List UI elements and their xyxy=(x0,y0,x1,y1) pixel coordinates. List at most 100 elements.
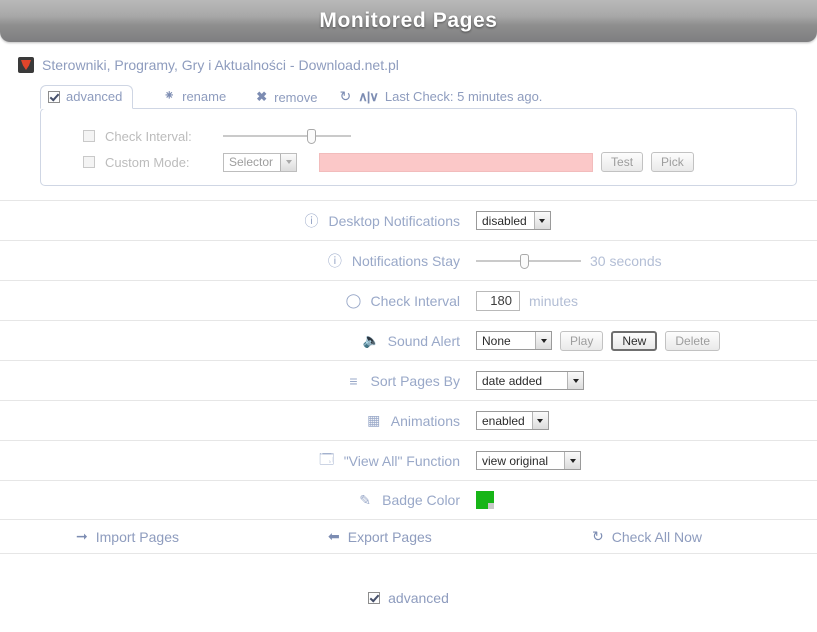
check-interval-slider[interactable] xyxy=(223,128,351,144)
custom-mode-label: Custom Mode: xyxy=(105,154,190,170)
setting-control: disabled xyxy=(476,211,817,230)
windows-icon: 🗔 xyxy=(319,450,335,467)
arrow-right-icon: ➞ xyxy=(76,528,88,544)
delete-sound-button[interactable]: Delete xyxy=(665,330,721,351)
setting-control: enabled xyxy=(476,411,817,430)
export-pages-button[interactable]: ⬅ Export Pages xyxy=(300,528,576,545)
notifications-stay-slider[interactable] xyxy=(476,253,581,269)
pulse-icon[interactable]: ∧|∨ xyxy=(358,89,379,105)
setting-name: Desktop Notifications xyxy=(328,212,460,229)
test-button[interactable]: Test xyxy=(601,152,644,172)
pick-button[interactable]: Pick xyxy=(651,152,694,172)
setting-control: None Play New Delete xyxy=(476,330,817,351)
refresh-icon[interactable]: ↻ xyxy=(339,88,351,105)
speaker-icon: 🔈 xyxy=(362,332,381,348)
desktop-notifications-select[interactable]: disabled xyxy=(476,211,551,230)
setting-name: Sort Pages By xyxy=(370,372,461,389)
setting-row-check-interval: ◯ Check Interval 180 minutes xyxy=(0,280,817,320)
settings-list: ⓘ Desktop Notifications disabled ⓘ Notif… xyxy=(0,200,817,520)
tab-advanced-label: advanced xyxy=(66,89,123,104)
setting-name: Animations xyxy=(390,412,460,429)
check-all-now-button[interactable]: ↻ Check All Now xyxy=(576,528,702,545)
text-cursor-icon: ⁕ xyxy=(163,89,176,104)
import-pages-button[interactable]: ➞ Import Pages xyxy=(24,528,300,545)
setting-label-group: ≡ Sort Pages By xyxy=(0,373,476,389)
slider-thumb[interactable] xyxy=(307,129,317,144)
check-interval-unit: minutes xyxy=(529,292,579,309)
setting-row-animations: ▦ Animations enabled xyxy=(0,400,817,440)
check-interval-checkbox[interactable] xyxy=(83,130,95,142)
custom-mode-input[interactable] xyxy=(319,152,594,172)
setting-name: Check Interval xyxy=(370,292,460,309)
setting-row-view-all-function: 🗔 "View All" Function view original xyxy=(0,440,817,480)
clock-icon: ◯ xyxy=(345,292,362,308)
sound-alert-value: None xyxy=(482,333,511,348)
footer-advanced-toggle[interactable]: advanced xyxy=(0,590,817,606)
rename-button[interactable]: ⁕ rename xyxy=(163,88,226,108)
check-all-now-label: Check All Now xyxy=(611,528,702,545)
footer-advanced-checkbox[interactable] xyxy=(368,592,381,604)
setting-label-group: ⓘ Notifications Stay xyxy=(0,251,476,271)
animations-select[interactable]: enabled xyxy=(476,411,549,430)
tab-advanced[interactable]: advanced xyxy=(40,85,134,109)
custom-mode-select[interactable]: Selector xyxy=(223,152,298,172)
custom-mode-checkbox[interactable] xyxy=(83,156,95,168)
monitored-page-title[interactable]: Sterowniki, Programy, Gry i Aktualności … xyxy=(42,57,399,73)
remove-label: remove xyxy=(274,89,318,105)
footer-advanced-label: advanced xyxy=(388,590,449,606)
monitored-page-toolbar: advanced ⁕ rename ✖ remove ↻ ∧|∨ Last Ch… xyxy=(40,85,817,109)
refresh-icon: ↻ xyxy=(592,528,604,544)
slider-thumb[interactable] xyxy=(520,253,530,269)
chevron-down-icon xyxy=(567,372,583,389)
setting-control: view original xyxy=(476,451,817,470)
view-all-value: view original xyxy=(482,453,549,468)
badge-color-swatch[interactable] xyxy=(476,491,494,509)
last-check-label: Last Check: 5 minutes ago. xyxy=(384,89,543,104)
sound-alert-select[interactable]: None xyxy=(476,331,552,350)
last-check-status[interactable]: ↻ ∧|∨ Last Check: 5 minutes ago. xyxy=(339,88,542,108)
exclamation-circle-icon: ⓘ xyxy=(327,252,342,269)
setting-control: date added xyxy=(476,371,817,390)
setting-label-group: ✎ Badge Color xyxy=(0,492,476,509)
play-sound-button[interactable]: Play xyxy=(560,330,604,351)
check-interval-input[interactable]: 180 xyxy=(476,290,520,311)
sort-pages-select[interactable]: date added xyxy=(476,371,584,390)
view-all-select[interactable]: view original xyxy=(476,451,581,470)
custom-mode-value: Selector xyxy=(229,155,274,169)
setting-name: Sound Alert xyxy=(387,332,460,349)
sort-pages-value: date added xyxy=(482,373,543,388)
chevron-down-icon xyxy=(280,153,297,171)
remove-button[interactable]: ✖ remove xyxy=(256,89,317,108)
pencil-icon: ✎ xyxy=(359,491,372,508)
setting-label-group: 🗔 "View All" Function xyxy=(0,449,476,473)
close-x-icon: ✖ xyxy=(256,89,268,104)
animations-value: enabled xyxy=(482,413,525,428)
arrow-left-icon: ⬅ xyxy=(328,528,340,544)
advanced-panel: Check Interval: Custom Mode: Selector Te… xyxy=(40,108,797,186)
setting-control xyxy=(476,491,817,509)
notifications-stay-value: 30 seconds xyxy=(590,252,662,269)
setting-control: 180 minutes xyxy=(476,290,817,311)
export-pages-label: Export Pages xyxy=(347,528,432,545)
film-icon: ▦ xyxy=(367,412,381,428)
setting-label-group: ▦ Animations xyxy=(0,412,476,429)
advanced-checkbox[interactable] xyxy=(48,90,60,103)
chevron-down-icon xyxy=(533,212,550,229)
setting-name: "View All" Function xyxy=(343,452,460,469)
slider-track xyxy=(223,135,351,137)
setting-row-badge-color: ✎ Badge Color xyxy=(0,480,817,520)
setting-row-desktop-notifications: ⓘ Desktop Notifications disabled xyxy=(0,200,817,240)
sort-icon: ≡ xyxy=(349,372,358,389)
action-bar: ➞ Import Pages ⬅ Export Pages ↻ Check Al… xyxy=(0,520,817,554)
setting-row-sort-pages-by: ≡ Sort Pages By date added xyxy=(0,360,817,400)
rename-label: rename xyxy=(182,89,227,104)
advanced-check-interval-row: Check Interval: xyxy=(41,123,796,149)
check-interval-label: Check Interval: xyxy=(105,128,192,144)
monitored-page-header: Sterowniki, Programy, Gry i Aktualności … xyxy=(18,54,817,76)
desktop-notifications-value: disabled xyxy=(482,213,527,228)
chevron-down-icon xyxy=(531,412,548,429)
favicon-icon xyxy=(18,57,34,73)
chevron-down-icon xyxy=(564,452,580,469)
setting-row-sound-alert: 🔈 Sound Alert None Play New Delete xyxy=(0,320,817,360)
new-sound-button[interactable]: New xyxy=(611,330,658,351)
